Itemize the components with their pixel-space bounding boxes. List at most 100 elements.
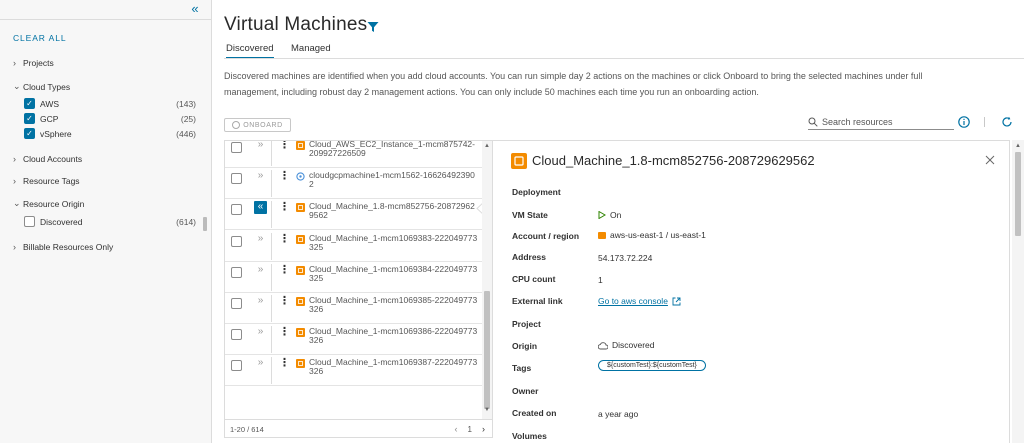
filter-section-label: Billable Resources Only [23,242,114,252]
field-label-address: Address [512,252,547,262]
row-checkbox[interactable] [231,298,242,309]
table-row[interactable]: » ⋮ Cloud_Machine_1-mcm1069383-22204977332… [225,231,484,262]
scroll-up-icon[interactable]: ▲ [1015,143,1021,149]
gcp-machine-icon [296,172,305,181]
field-label-deployment: Deployment [512,187,561,197]
kebab-menu-icon[interactable]: ⋮ [279,233,290,247]
expand-details-icon[interactable]: » [254,357,267,370]
tab-managed[interactable]: Managed [291,43,331,54]
checkbox-checked[interactable]: ✓ [24,113,35,124]
expand-details-icon[interactable]: » [254,295,267,308]
filter-option-discovered[interactable]: Discovered (614) [24,216,196,227]
filter-scrollbar[interactable] [203,217,207,231]
filter-option-gcp[interactable]: ✓ GCP (25) [24,113,196,124]
filter-section-cloud-types[interactable]: ⌄ Cloud Types [13,81,70,92]
filter-section-resource-origin[interactable]: ⌄ Resource Origin [13,198,84,209]
filter-section-billable[interactable]: › Billable Resources Only [13,242,113,252]
external-link-icon[interactable] [672,297,681,306]
tab-discovered[interactable]: Discovered [226,43,274,59]
field-value-account-region: aws-us-east-1 / us-east-1 [598,230,706,240]
vm-state-text: On [610,210,622,220]
prev-page-icon[interactable]: ‹ [455,424,458,434]
search-box[interactable] [808,115,954,130]
clear-all-link[interactable]: CLEAR ALL [13,33,66,43]
expand-details-icon[interactable]: » [254,264,267,277]
table-row[interactable]: » ⋮ Cloud_Machine_1-mcm1069384-22204977332… [225,262,484,293]
tag-pill[interactable]: ${customTest}:${customTest} [598,360,706,371]
list-scrollbar[interactable]: ▲ ▼ [482,141,492,419]
field-label-created-on: Created on [512,408,557,418]
chevron-right-icon: › [13,58,16,68]
table-row[interactable]: « ⋮ Cloud_Machine_1.8-mcm852756-2087296295… [225,199,484,230]
refresh-icon[interactable] [1001,116,1013,128]
kebab-menu-icon[interactable]: ⋮ [279,201,290,215]
filter-option-count: (446) [176,128,196,139]
row-divider [271,357,272,384]
filter-option-label: GCP [40,113,59,124]
row-checkbox[interactable] [231,236,242,247]
table-row[interactable]: » ⋮ Cloud_Machine_1-mcm1069385-22204977332… [225,293,484,324]
close-icon[interactable] [985,155,995,165]
detail-scrollbar[interactable]: ▲ [1012,140,1024,443]
row-checkbox[interactable] [231,267,242,278]
row-divider [271,141,272,166]
machine-name: Cloud_Machine_1-mcm1069387-222049773326 [309,357,478,376]
filter-section-resource-tags[interactable]: › Resource Tags [13,176,80,186]
aws-machine-icon [296,266,305,275]
scroll-up-icon[interactable]: ▲ [484,143,490,149]
filter-option-vsphere[interactable]: ✓ vSphere (446) [24,128,196,139]
filter-icon[interactable] [367,21,379,33]
machine-name: Cloud_Machine_1-mcm1069385-222049773326 [309,295,478,314]
field-label-tags: Tags [512,363,532,373]
list-scroll-thumb[interactable] [484,291,490,409]
row-divider [271,295,272,322]
table-row[interactable]: » ⋮ Cloud_Machine_1-mcm1069386-22204977332… [225,324,484,355]
info-icon[interactable] [958,116,970,128]
filter-section-projects[interactable]: › Projects [13,58,54,68]
filter-option-aws[interactable]: ✓ AWS (143) [24,98,196,109]
list-footer: 1-20 / 614 ‹ 1 › [224,419,493,438]
checkbox-unchecked[interactable] [24,216,35,227]
aws-flag-icon [598,231,606,239]
collapse-panel-icon[interactable]: « [188,2,202,17]
kebab-menu-icon[interactable]: ⋮ [279,357,290,371]
table-row[interactable]: » ⋮ Cloud_AWS_EC2_Instance_1-mcm875742-209… [225,140,484,168]
toolbar-divider [984,117,985,127]
row-checkbox[interactable] [231,204,242,215]
pagination: ‹ 1 › [455,424,485,434]
expand-details-icon[interactable]: » [254,170,267,183]
kebab-menu-icon[interactable]: ⋮ [279,264,290,278]
detail-title: Cloud_Machine_1.8-mcm852756-208729629562 [532,153,815,168]
search-input[interactable] [822,117,950,127]
checkbox-checked[interactable]: ✓ [24,98,35,109]
scroll-down-icon[interactable]: ▼ [484,407,490,413]
row-checkbox[interactable] [231,329,242,340]
kebab-menu-icon[interactable]: ⋮ [279,295,290,309]
aws-machine-icon [296,297,305,306]
search-icon [808,117,818,127]
collapse-details-icon[interactable]: « [254,201,267,214]
row-divider [271,233,272,260]
filter-section-cloud-accounts[interactable]: › Cloud Accounts [13,154,82,164]
kebab-menu-icon[interactable]: ⋮ [279,141,290,153]
chevron-down-icon: ⌄ [13,198,21,208]
row-checkbox[interactable] [231,173,242,184]
checkbox-checked[interactable]: ✓ [24,128,35,139]
aws-machine-icon [511,153,527,169]
row-checkbox[interactable] [231,142,242,153]
table-row[interactable]: » ⋮ cloudgcpmachine1-mcm1562-166264923902 [225,168,484,199]
current-page: 1 [467,424,472,434]
row-checkbox[interactable] [231,360,242,371]
expand-details-icon[interactable]: » [254,326,267,339]
expand-details-icon[interactable]: » [254,141,267,152]
onboard-button[interactable]: ONBOARD [224,118,291,132]
aws-console-link[interactable]: Go to aws console [598,296,668,306]
table-row[interactable]: » ⋮ Cloud_Machine_1-mcm1069387-22204977332… [225,355,484,386]
detail-scroll-thumb[interactable] [1015,152,1021,236]
kebab-menu-icon[interactable]: ⋮ [279,170,290,184]
next-page-icon[interactable]: › [482,424,485,434]
filter-option-count: (143) [176,98,196,109]
expand-details-icon[interactable]: » [254,233,267,246]
kebab-menu-icon[interactable]: ⋮ [279,326,290,340]
machine-name: Cloud_AWS_EC2_Instance_1-mcm875742-20992… [309,140,475,158]
